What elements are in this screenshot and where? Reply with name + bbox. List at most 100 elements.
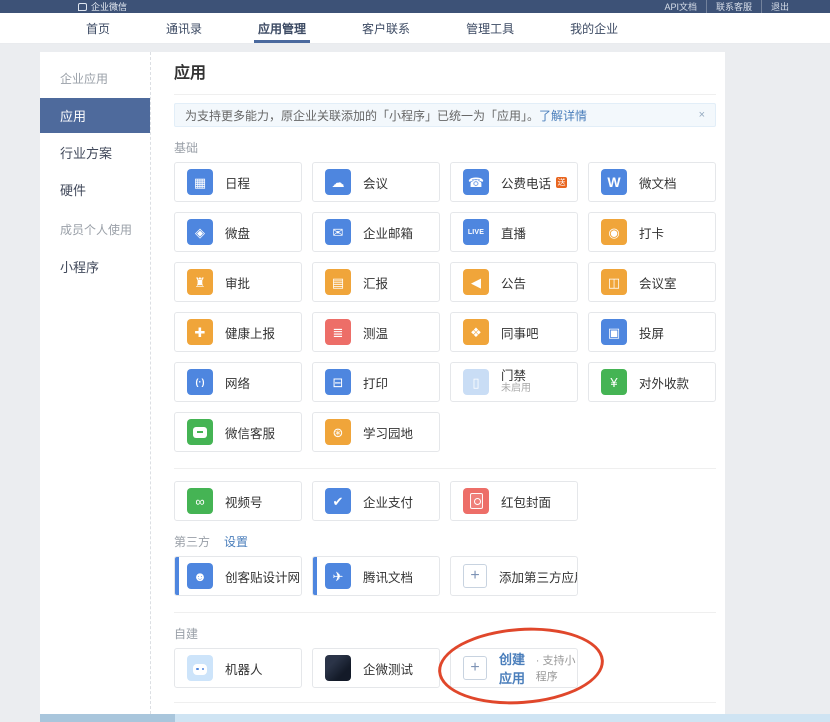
drive-icon: ◈ [187,219,213,245]
chat-bubble-icon [187,419,213,445]
close-icon[interactable]: × [699,109,705,121]
calendar-icon: ▦ [187,169,213,195]
app-card-colleague-bar[interactable]: ❖ 同事吧 [450,312,578,352]
section-label-basic: 基础 [174,139,198,156]
mail-icon: ✉ [325,219,351,245]
live-icon: LIVE [463,219,489,245]
robot-icon [187,655,213,681]
sidebar-item-industry-solutions[interactable]: 行业方案 [40,135,150,170]
planet-icon: ⊛ [325,419,351,445]
media-apps-grid: ∞ 视频号 ✔ 企业支付 红包封面 [174,481,716,521]
basic-apps-grid: ▦ 日程 ☁ 会议 ☎ 公费电话 送 W 微文档 ◈ 微盘 ✉ 企业邮箱 LIV… [174,162,716,452]
app-card-meeting[interactable]: ☁ 会议 [312,162,440,202]
channels-icon: ∞ [187,488,213,514]
yen-icon: ¥ [601,369,627,395]
app-card-robot[interactable]: 机器人 [174,648,302,688]
logout-link[interactable]: 退出 [761,0,798,13]
app-card-health-report[interactable]: ✚ 健康上报 [174,312,302,352]
add-third-party-app-button[interactable]: + 添加第三方应用 [450,556,578,596]
content-panel: 企业应用 应用 行业方案 硬件 成员个人使用 小程序 应用 为支持更多能力，原企… [40,52,725,722]
api-docs-link[interactable]: API文档 [655,0,706,13]
app-card-report[interactable]: ▤ 汇报 [312,262,440,302]
clipboard-plus-icon: ✚ [187,319,213,345]
sidebar-item-apps[interactable]: 应用 [40,98,150,133]
top-bar: 企业微信 API文档 联系客服 退出 [0,0,830,13]
app-card-print[interactable]: ⊟ 打印 [312,362,440,402]
app-card-wedoc[interactable]: W 微文档 [588,162,716,202]
sidebar-header-member-personal: 成员个人使用 [40,209,150,247]
learn-more-link[interactable]: 了解详情 [539,107,587,124]
tencent-docs-icon: ✈ [325,563,351,589]
app-card-screencast[interactable]: ▣ 投屏 [588,312,716,352]
app-card-live[interactable]: LIVE 直播 [450,212,578,252]
megaphone-icon: ◀ [463,269,489,295]
third-party-apps-grid: ☻ 创客贴设计网... ✈ 腾讯文档 + 添加第三方应用 [174,556,716,596]
tab-customer[interactable]: 客户联系 [334,13,438,43]
app-card-collect-payment[interactable]: ¥ 对外收款 [588,362,716,402]
notice-text: 为支持更多能力，原企业关联添加的「小程序」已统一为「应用」。 [185,107,539,124]
app-card-maker-design[interactable]: ☻ 创客贴设计网... [174,556,302,596]
maker-design-icon: ☻ [187,563,213,589]
app-card-red-packet-cover[interactable]: 红包封面 [450,481,578,521]
app-card-network[interactable]: (·) 网络 [174,362,302,402]
bottom-scroll-strip [40,714,830,722]
screencast-icon: ▣ [601,319,627,345]
notice-banner: 为支持更多能力，原企业关联添加的「小程序」已统一为「应用」。 了解详情 × [174,103,716,127]
app-card-channels[interactable]: ∞ 视频号 [174,481,302,521]
door-icon: ◫ [601,269,627,295]
app-card-door-access[interactable]: ▯ 门禁 未启用 [450,362,578,402]
tab-admin-tools[interactable]: 管理工具 [438,13,542,43]
sidebar-item-miniprograms[interactable]: 小程序 [40,249,150,284]
diamonds-icon: ❖ [463,319,489,345]
test-app-icon [325,655,351,681]
sidebar-item-hardware[interactable]: 硬件 [40,172,150,207]
tab-home[interactable]: 首页 [58,13,138,43]
app-card-tencent-docs[interactable]: ✈ 腾讯文档 [312,556,440,596]
app-card-announcement[interactable]: ◀ 公告 [450,262,578,302]
app-card-meeting-room[interactable]: ◫ 会议室 [588,262,716,302]
app-card-mail[interactable]: ✉ 企业邮箱 [312,212,440,252]
report-doc-icon: ▤ [325,269,351,295]
plus-icon: + [463,564,487,588]
plus-icon: + [463,656,487,680]
location-pin-icon: ◉ [601,219,627,245]
main-nav: 首页 通讯录 应用管理 客户联系 管理工具 我的企业 [0,13,830,44]
section-label-self-built: 自建 [174,625,198,642]
app-card-wedrive[interactable]: ◈ 微盘 [174,212,302,252]
app-card-checkin[interactable]: ◉ 打卡 [588,212,716,252]
self-built-apps-grid: 机器人 企微测试 + 创建应用 · 支持小程序 [174,648,716,688]
third-party-settings-link[interactable]: 设置 [224,533,248,550]
app-card-learning[interactable]: ⊛ 学习园地 [312,412,440,452]
create-app-subtitle: · 支持小程序 [536,652,577,684]
check-icon: ✔ [325,488,351,514]
create-app-button[interactable]: + 创建应用 · 支持小程序 [450,648,578,688]
phone-icon: ☎ [463,169,489,195]
main-content: 应用 为支持更多能力，原企业关联添加的「小程序」已统一为「应用」。 了解详情 ×… [150,52,733,722]
gift-badge: 送 [556,177,567,188]
page-title: 应用 [174,64,716,84]
tab-app-management[interactable]: 应用管理 [230,13,334,43]
wifi-router-icon: (·) [187,369,213,395]
tab-my-company[interactable]: 我的企业 [542,13,646,43]
app-card-temperature[interactable]: ≣ 测温 [312,312,440,352]
meeting-cloud-icon: ☁ [325,169,351,195]
sidebar: 企业应用 应用 行业方案 硬件 成员个人使用 小程序 [40,52,150,722]
app-card-corp-pay[interactable]: ✔ 企业支付 [312,481,440,521]
sidebar-header-enterprise-apps: 企业应用 [40,58,150,96]
tab-contacts[interactable]: 通讯录 [138,13,230,43]
thermometer-icon: ≣ [325,319,351,345]
app-card-schedule[interactable]: ▦ 日程 [174,162,302,202]
app-card-free-call[interactable]: ☎ 公费电话 送 [450,162,578,202]
wecom-logo: 企业微信 [78,0,127,13]
wedoc-w-icon: W [601,169,627,195]
red-packet-icon [463,488,489,514]
app-card-wecom-test[interactable]: 企微测试 [312,648,440,688]
disabled-status: 未启用 [501,383,531,395]
stamp-icon: ♜ [187,269,213,295]
app-card-wechat-service[interactable]: 微信客服 [174,412,302,452]
app-card-approval[interactable]: ♜ 审批 [174,262,302,302]
printer-icon: ⊟ [325,369,351,395]
section-label-third-party: 第三方 [174,533,210,550]
contact-support-link[interactable]: 联系客服 [706,0,761,13]
door-access-icon: ▯ [463,369,489,395]
